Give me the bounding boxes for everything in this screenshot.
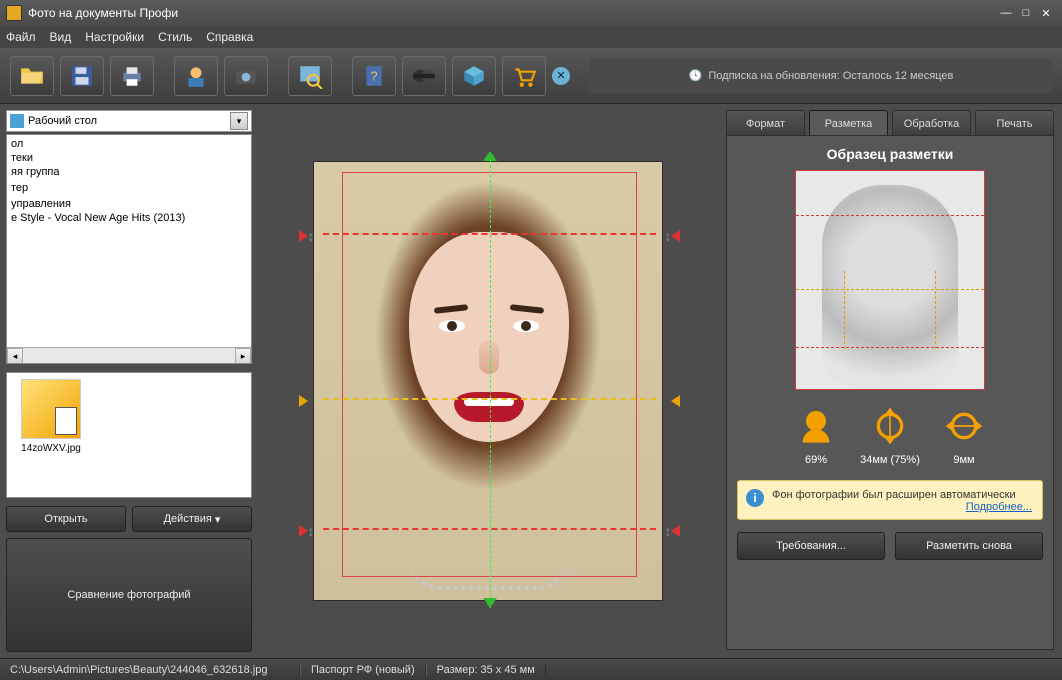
head-width-icon: [940, 402, 988, 450]
tab-processing[interactable]: Обработка: [892, 110, 971, 136]
resize-arrows-icon: ↕: [662, 522, 674, 540]
menubar: Файл Вид Настройки Стиль Справка: [0, 26, 1062, 48]
open-folder-button[interactable]: [10, 56, 54, 96]
toolbar-close-icon[interactable]: ✕: [552, 67, 570, 85]
thumbnail-label: 14zoWXV.jpg: [21, 443, 81, 454]
editor-canvas[interactable]: ↕ ↕ ↕ ↕: [258, 104, 718, 658]
info-link[interactable]: Подробнее...: [772, 501, 1032, 513]
chevron-down-icon[interactable]: ▾: [230, 112, 248, 130]
metric-head-ratio: 69%: [784, 402, 848, 466]
panel-title: Образец разметки: [827, 146, 954, 162]
guide-handle-bottom[interactable]: [483, 598, 497, 608]
eye-guide[interactable]: [323, 398, 656, 400]
list-item[interactable]: e Style - Vocal New Age Hits (2013): [7, 211, 251, 225]
metric-head-height: 34мм (75%): [858, 402, 922, 466]
print-button[interactable]: [110, 56, 154, 96]
menu-help[interactable]: Справка: [206, 30, 253, 44]
toolbar: ? ✕ 🕓 Подписка на обновления: Осталось 1…: [0, 48, 1062, 104]
markup-panel: Образец разметки 69% 34мм (75%) 9мм: [726, 135, 1054, 650]
status-doctype: Паспорт РФ (новый): [300, 664, 426, 676]
menu-file[interactable]: Файл: [6, 30, 36, 44]
id-photo-button[interactable]: [174, 56, 218, 96]
subscription-text: Подписка на обновления: Осталось 12 меся…: [708, 70, 953, 82]
clock-icon: 🕓: [689, 69, 703, 82]
list-item[interactable]: ол: [7, 137, 251, 151]
metric-head-width: 9мм: [932, 402, 996, 466]
sample-preview: [795, 170, 985, 390]
subscription-bar: 🕓 Подписка на обновления: Осталось 12 ме…: [590, 59, 1052, 93]
location-dropdown[interactable]: Рабочий стол ▾: [6, 110, 252, 132]
maximize-button[interactable]: □: [1016, 5, 1036, 21]
save-button[interactable]: [60, 56, 104, 96]
statusbar: C:\Users\Admin\Pictures\Beauty\244046_63…: [0, 658, 1062, 680]
cart-button[interactable]: [502, 56, 546, 96]
minimize-button[interactable]: —: [996, 5, 1016, 21]
center-guide[interactable]: [490, 155, 491, 608]
tab-format[interactable]: Формат: [726, 110, 805, 136]
package-button[interactable]: [452, 56, 496, 96]
resize-arrows-icon: ↕: [305, 522, 317, 540]
main-area: Рабочий стол ▾ ол теки яя группа тер упр…: [0, 104, 1062, 658]
requirements-button[interactable]: Требования...: [737, 532, 885, 560]
resize-arrows-icon: ↕: [662, 227, 674, 245]
titlebar: Фото на документы Профи — □ ✕: [0, 0, 1062, 26]
guide-handle-right[interactable]: [671, 395, 680, 407]
svg-text:?: ?: [370, 68, 377, 83]
metrics-row: 69% 34мм (75%) 9мм: [784, 402, 996, 466]
status-path: C:\Users\Admin\Pictures\Beauty\244046_63…: [0, 664, 300, 676]
app-icon: [6, 5, 22, 21]
crop-frame[interactable]: ↕ ↕ ↕ ↕: [342, 172, 637, 577]
remark-button[interactable]: Разметить снова: [895, 532, 1043, 560]
list-item[interactable]: управления: [7, 197, 251, 211]
help-book-button[interactable]: ?: [352, 56, 396, 96]
thumbnail-pane[interactable]: 14zoWXV.jpg: [6, 372, 252, 498]
photo-canvas[interactable]: ↕ ↕ ↕ ↕: [313, 161, 663, 601]
tabs: Формат Разметка Обработка Печать: [726, 110, 1054, 136]
right-panel: Формат Разметка Обработка Печать Образец…: [718, 104, 1062, 658]
guide-handle-top[interactable]: [483, 151, 497, 161]
info-box: i Фон фотографии был расширен автоматиче…: [737, 480, 1043, 520]
tab-print[interactable]: Печать: [975, 110, 1054, 136]
open-button[interactable]: Открыть: [6, 506, 126, 532]
close-button[interactable]: ✕: [1036, 5, 1056, 21]
top-guide[interactable]: [323, 233, 656, 235]
guide-handle-left[interactable]: [299, 395, 308, 407]
resize-arrows-icon: ↕: [305, 227, 317, 245]
info-text: Фон фотографии был расширен автоматическ…: [772, 489, 1016, 501]
window-title: Фото на документы Профи: [28, 6, 178, 20]
desktop-icon: [10, 114, 24, 128]
compare-button[interactable]: Сравнение фотографий: [6, 538, 252, 652]
chin-guide[interactable]: [323, 528, 656, 530]
preview-button[interactable]: [288, 56, 332, 96]
status-size: Размер: 35 x 45 мм: [426, 664, 546, 676]
list-item[interactable]: тер: [7, 181, 251, 195]
scroll-left-icon[interactable]: ◂: [7, 348, 23, 364]
head-ratio-icon: [792, 402, 840, 450]
camera-button[interactable]: [224, 56, 268, 96]
info-icon: i: [746, 489, 764, 507]
thumbnail-image: [21, 379, 81, 439]
head-height-icon: [866, 402, 914, 450]
folder-list[interactable]: ол теки яя группа тер управления e Style…: [6, 134, 252, 364]
list-item[interactable]: яя группа: [7, 165, 251, 179]
h-scrollbar[interactable]: ◂ ▸: [7, 347, 251, 363]
menu-style[interactable]: Стиль: [158, 30, 192, 44]
video-button[interactable]: [402, 56, 446, 96]
scroll-right-icon[interactable]: ▸: [235, 348, 251, 364]
tab-markup[interactable]: Разметка: [809, 110, 888, 136]
menu-view[interactable]: Вид: [50, 30, 72, 44]
location-label: Рабочий стол: [28, 115, 97, 127]
menu-settings[interactable]: Настройки: [85, 30, 144, 44]
list-item[interactable]: теки: [7, 151, 251, 165]
left-panel: Рабочий стол ▾ ол теки яя группа тер упр…: [0, 104, 258, 658]
actions-button[interactable]: Действия ▾: [132, 506, 252, 532]
thumbnail-item[interactable]: 14zoWXV.jpg: [13, 379, 89, 454]
